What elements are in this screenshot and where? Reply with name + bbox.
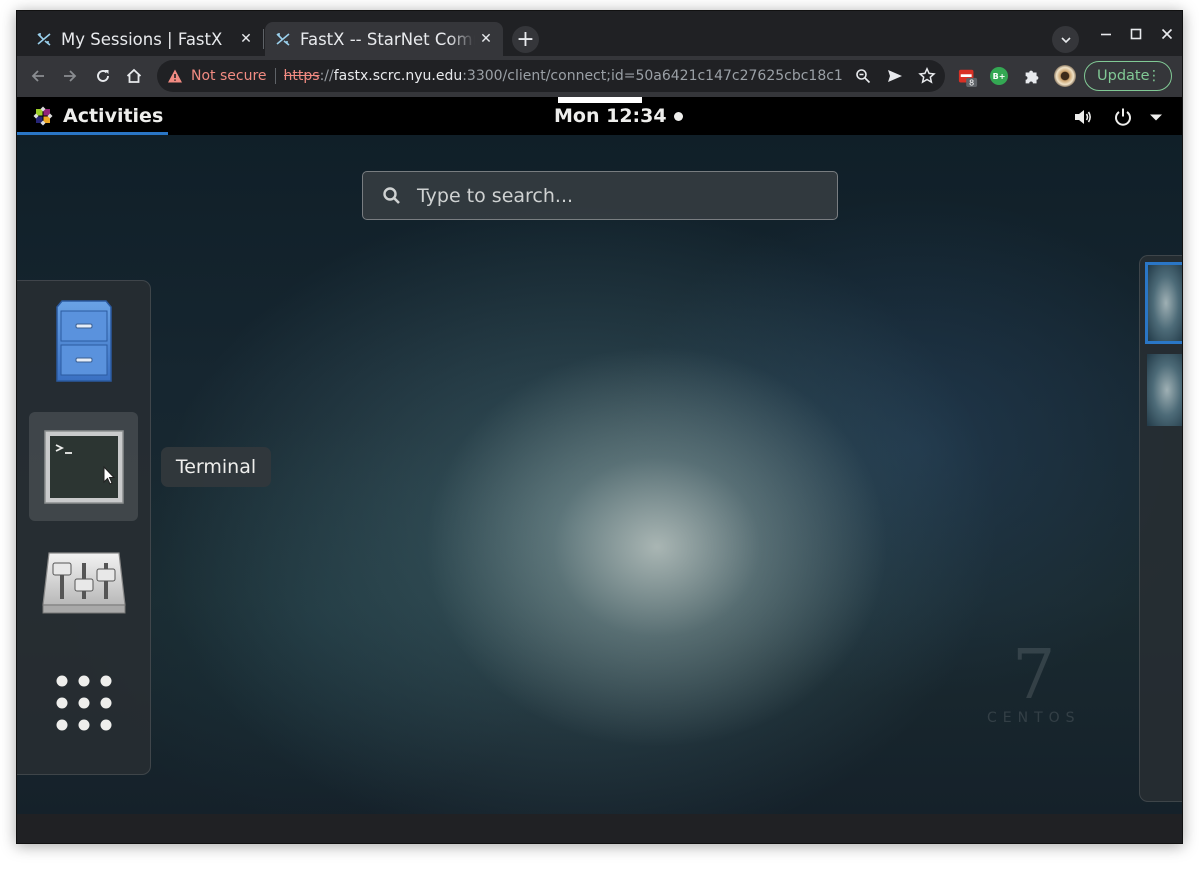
- url-scheme-sep: ://: [319, 68, 334, 84]
- update-button[interactable]: Update ⋮: [1084, 61, 1172, 91]
- gnome-dash: [17, 280, 151, 775]
- tab-title: FastX -- StarNet Communications: [300, 29, 475, 49]
- tab-divider: [263, 29, 264, 49]
- omnibox-divider: [274, 68, 276, 84]
- send-icon[interactable]: [886, 67, 904, 85]
- volume-icon[interactable]: [1072, 106, 1094, 128]
- notification-dot: [673, 111, 683, 121]
- tab-close-icon[interactable]: ✕: [475, 28, 497, 50]
- settings-sliders-icon: [41, 551, 126, 613]
- warning-triangle-icon: [168, 69, 182, 83]
- remote-desktop-view[interactable]: 7 CENTOS Activities Mon 12:34 Type to se…: [17, 97, 1182, 814]
- home-icon: [126, 68, 142, 83]
- url-scheme: https: [283, 68, 320, 84]
- dropdown-arrow-icon[interactable]: [1145, 106, 1167, 128]
- not-secure-label[interactable]: Not secure: [191, 68, 267, 84]
- clock-button[interactable]: Mon 12:34: [554, 97, 683, 135]
- tab-close-icon[interactable]: ✕: [235, 28, 257, 50]
- dash-item-files[interactable]: [29, 287, 138, 396]
- app-grid-icon: [56, 675, 111, 730]
- tab-fastx-starnet[interactable]: FastX -- StarNet Communications ✕: [265, 22, 503, 56]
- update-label: Update: [1097, 68, 1150, 84]
- reload-button[interactable]: [89, 62, 117, 90]
- terminal-icon: [43, 429, 124, 504]
- tab-my-sessions[interactable]: My Sessions | FastX ✕: [26, 22, 263, 56]
- search-icon: [383, 186, 400, 204]
- activities-label: Activities: [63, 105, 164, 127]
- watermark-name: CENTOS: [987, 710, 1081, 726]
- centos-logo-icon: [33, 106, 53, 126]
- forward-button[interactable]: [56, 62, 84, 90]
- dash-tooltip: Terminal: [161, 447, 271, 487]
- extension-badge: 8: [969, 78, 974, 87]
- arrow-right-icon: [64, 70, 77, 82]
- puzzle-extensions-icon[interactable]: [1022, 67, 1042, 87]
- home-button[interactable]: [120, 62, 148, 90]
- minimize-button[interactable]: [1093, 23, 1119, 45]
- calendar-extension-icon[interactable]: 8: [958, 67, 978, 87]
- reload-icon: [97, 70, 109, 82]
- url-text[interactable]: https://fastx.scrc.nyu.edu:3300/client/c…: [284, 68, 844, 84]
- fastx-favicon-icon: [275, 31, 291, 47]
- chevron-down-icon: [1060, 36, 1071, 43]
- power-icon[interactable]: [1112, 106, 1134, 128]
- back-button[interactable]: [24, 62, 52, 90]
- address-bar[interactable]: Not secure https://fastx.scrc.nyu.edu:33…: [157, 60, 945, 92]
- new-tab-button[interactable]: +: [512, 26, 539, 53]
- browser-window: My Sessions | FastX ✕ FastX -- StarNet C…: [16, 10, 1183, 844]
- arrow-left-icon: [31, 70, 44, 82]
- show-applications-button[interactable]: [29, 648, 138, 757]
- watermark-number: 7: [1012, 636, 1056, 715]
- close-icon: [1161, 28, 1173, 40]
- url-host: fastx.scrc.nyu.edu: [333, 68, 463, 84]
- url-path: :3300/client/connect;id=50a6421c147c2762…: [462, 68, 843, 84]
- overview-search-input[interactable]: Type to search...: [362, 171, 838, 220]
- bookmark-star-icon[interactable]: [918, 67, 936, 85]
- fastx-favicon-icon: [36, 31, 52, 47]
- tab-search-button[interactable]: [1052, 26, 1079, 53]
- profile-avatar[interactable]: [1054, 65, 1076, 87]
- workspace-switcher: [1139, 255, 1182, 802]
- more-vert-icon[interactable]: ⋮: [1147, 68, 1161, 84]
- close-window-button[interactable]: [1154, 23, 1180, 45]
- browser-toolbar: Not secure https://fastx.scrc.nyu.edu:33…: [17, 56, 1182, 97]
- tab-strip: My Sessions | FastX ✕ FastX -- StarNet C…: [17, 11, 1182, 56]
- activities-button[interactable]: Activities: [17, 97, 163, 135]
- maximize-button[interactable]: [1123, 23, 1149, 45]
- file-cabinet-icon: [55, 299, 112, 382]
- gnome-top-bar: Activities Mon 12:34: [17, 97, 1182, 135]
- dash-item-settings[interactable]: [29, 527, 138, 636]
- workspace-thumbnail-2[interactable]: [1147, 354, 1182, 426]
- activities-underline: [17, 132, 168, 135]
- tab-title: My Sessions | FastX: [61, 29, 223, 49]
- workspace-thumbnail-1[interactable]: [1145, 262, 1182, 344]
- zoom-icon[interactable]: [854, 67, 872, 85]
- b-plus-extension-icon[interactable]: B+: [990, 67, 1008, 85]
- search-placeholder: Type to search...: [417, 184, 574, 207]
- clock-label: Mon 12:34: [554, 105, 667, 127]
- dash-item-terminal[interactable]: [29, 412, 138, 521]
- centos-watermark: 7 CENTOS: [987, 636, 1081, 727]
- maximize-icon: [1130, 28, 1142, 40]
- minimize-icon: [1101, 33, 1111, 36]
